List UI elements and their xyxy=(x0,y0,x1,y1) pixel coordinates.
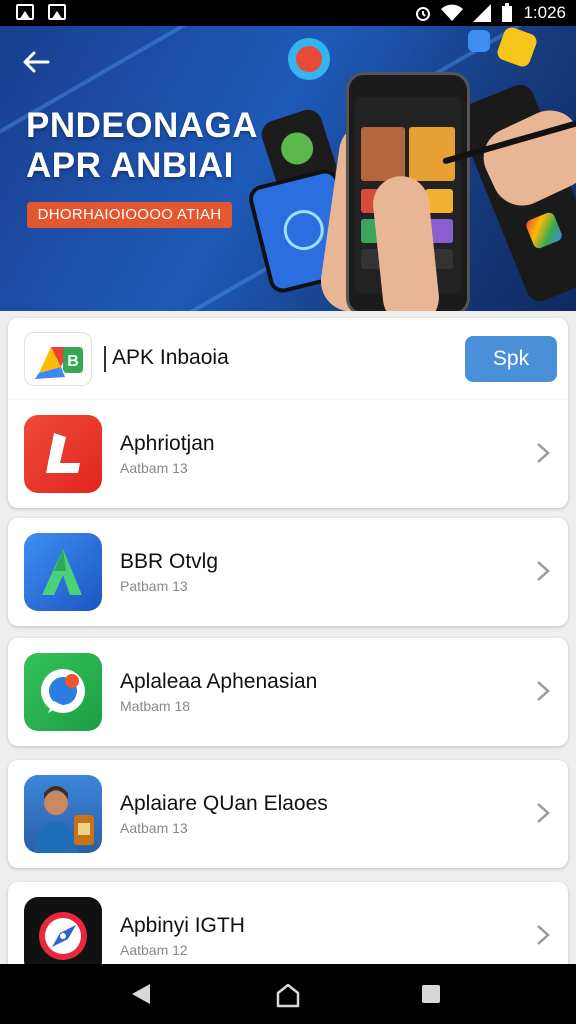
green-chat-icon xyxy=(24,653,102,731)
nav-home-button[interactable] xyxy=(275,982,301,1008)
app-name: Aplaiare QUan Elaoes xyxy=(120,792,328,815)
app-name: BBR Otvlg xyxy=(120,550,219,573)
blue-a-icon xyxy=(24,533,102,611)
app-name: Apbinyi IGTH xyxy=(120,914,245,937)
banner-tagline-chip: DHORHAIOIOOOO ATIAH xyxy=(27,202,232,228)
list-item[interactable]: Aplaiare QUan Elaoes Aatbam 13 xyxy=(8,760,568,868)
back-button[interactable] xyxy=(18,50,54,82)
signal-icon xyxy=(473,4,492,22)
back-arrow-icon xyxy=(23,51,50,73)
nav-back-button[interactable] xyxy=(132,984,150,1004)
app-name: Aphriotjan xyxy=(120,432,215,455)
decorative-ring-icon xyxy=(288,38,330,80)
list-item[interactable]: Aphriotjan Aatbam 13 xyxy=(8,400,568,508)
app-subtitle: Aatbam 13 xyxy=(120,460,188,476)
chevron-right-icon xyxy=(537,561,550,581)
featured-app-header[interactable]: B APK Inbaoia Spk xyxy=(8,318,568,400)
app-name: Aplaleaa Aphenasian xyxy=(120,670,318,693)
navigation-bar xyxy=(0,964,576,1024)
image-notification-icon xyxy=(16,4,34,20)
app-subtitle: Aatbam 13 xyxy=(120,820,188,836)
app-subtitle: Patbam 13 xyxy=(120,578,188,594)
decorative-square-icon xyxy=(468,30,490,52)
wifi-icon xyxy=(441,4,464,21)
status-time: 1:026 xyxy=(523,3,566,22)
battery-icon xyxy=(502,3,513,22)
chevron-right-icon xyxy=(537,803,550,823)
header-title: APK Inbaoia xyxy=(112,346,229,369)
gallery-notification-icon xyxy=(48,4,66,20)
nav-recents-button[interactable] xyxy=(422,985,440,1003)
header-action-button[interactable]: Spk xyxy=(465,336,557,382)
app-subtitle: Matbam 18 xyxy=(120,698,191,714)
apk-logo-icon: B xyxy=(24,332,92,386)
list-item[interactable]: BBR Otvlg Patbam 13 xyxy=(8,518,568,626)
alarm-icon xyxy=(416,7,431,21)
status-bar: 1:026 xyxy=(0,0,576,26)
svg-text:B: B xyxy=(67,353,79,370)
banner-title-line1: PNDEONAGA xyxy=(26,106,259,145)
hero-banner: PNDEONAGA APR ANBIAI DHORHAIOIOOOO ATIAH xyxy=(0,26,576,311)
chevron-right-icon xyxy=(537,925,550,945)
chevron-right-icon xyxy=(537,681,550,701)
chevron-right-icon xyxy=(537,443,550,463)
banner-title-line2: APR ANBIAI xyxy=(26,146,234,185)
header-divider xyxy=(104,346,106,372)
red-arrow-icon xyxy=(24,415,102,493)
banner-title: PNDEONAGA APR ANBIAI xyxy=(26,106,286,186)
list-item[interactable]: Aplaleaa Aphenasian Matbam 18 xyxy=(8,638,568,746)
person-photo-icon xyxy=(24,775,102,853)
app-subtitle: Aatbam 12 xyxy=(120,942,188,958)
